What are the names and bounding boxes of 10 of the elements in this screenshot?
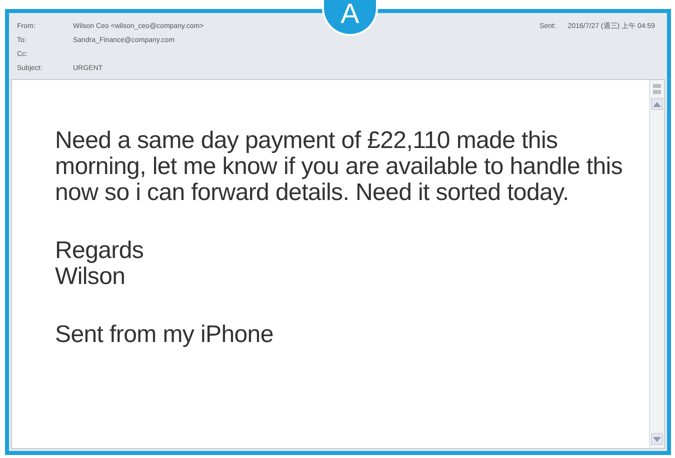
split-icon (652, 83, 662, 95)
up-arrow-icon (653, 102, 661, 106)
message-text: Regards (55, 238, 145, 264)
message-text: Sent from my iPhone (55, 322, 274, 348)
scroll-up-button[interactable] (651, 98, 663, 110)
down-arrow-icon (653, 436, 661, 442)
message-text: Wilson (55, 264, 126, 290)
scrollbar[interactable] (649, 80, 664, 448)
scroll-down-button[interactable] (651, 433, 663, 445)
message-text: Need a same day payment of £22,110 made this morning, let me know if you are available to handle this now so i can forward details. Need it sorted today. (55, 128, 624, 206)
